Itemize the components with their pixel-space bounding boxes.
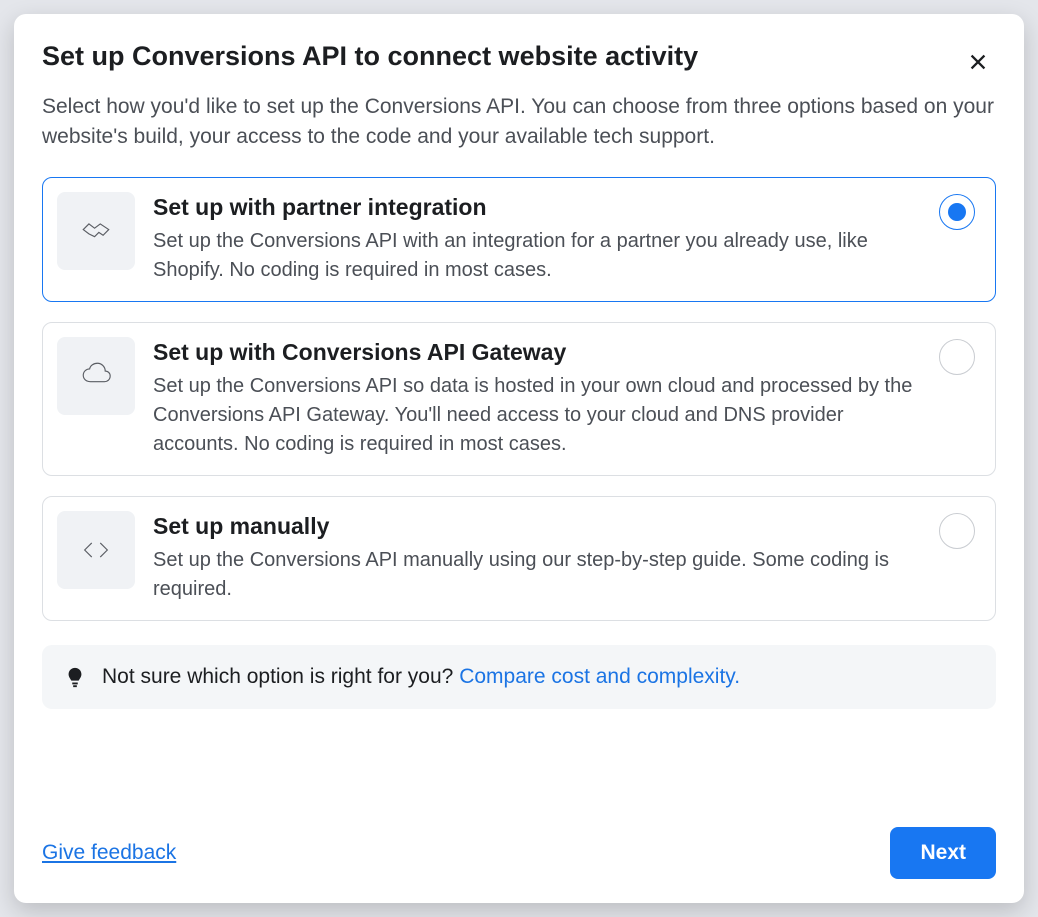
modal-description: Select how you'd like to set up the Conv… xyxy=(42,92,996,153)
cloud-icon xyxy=(57,337,135,415)
next-button[interactable]: Next xyxy=(890,827,996,879)
handshake-icon xyxy=(57,192,135,270)
radio-api-gateway[interactable] xyxy=(939,339,975,375)
hint-prefix: Not sure which option is right for you? xyxy=(102,665,459,688)
option-description: Set up the Conversions API with an integ… xyxy=(153,227,921,285)
lightbulb-icon xyxy=(64,666,86,688)
modal-footer: Give feedback Next xyxy=(42,787,996,879)
option-description: Set up the Conversions API manually usin… xyxy=(153,546,921,604)
radio-manual[interactable] xyxy=(939,513,975,549)
option-body: Set up with partner integration Set up t… xyxy=(153,192,921,285)
modal-title: Set up Conversions API to connect websit… xyxy=(42,40,698,74)
options-list: Set up with partner integration Set up t… xyxy=(42,177,996,621)
option-body: Set up manually Set up the Conversions A… xyxy=(153,511,921,604)
option-title: Set up with Conversions API Gateway xyxy=(153,339,921,366)
compare-link[interactable]: Compare cost and complexity. xyxy=(459,665,740,688)
option-title: Set up manually xyxy=(153,513,921,540)
option-partner-integration[interactable]: Set up with partner integration Set up t… xyxy=(42,177,996,302)
modal-header: Set up Conversions API to connect websit… xyxy=(42,40,996,92)
code-icon xyxy=(57,511,135,589)
radio-partner-integration[interactable] xyxy=(939,194,975,230)
hint-text: Not sure which option is right for you? … xyxy=(102,665,740,689)
close-icon xyxy=(967,51,989,73)
option-title: Set up with partner integration xyxy=(153,194,921,221)
option-api-gateway[interactable]: Set up with Conversions API Gateway Set … xyxy=(42,322,996,476)
option-body: Set up with Conversions API Gateway Set … xyxy=(153,337,921,459)
setup-modal: Set up Conversions API to connect websit… xyxy=(14,14,1024,903)
hint-banner: Not sure which option is right for you? … xyxy=(42,645,996,709)
close-button[interactable] xyxy=(960,44,996,80)
option-description: Set up the Conversions API so data is ho… xyxy=(153,372,921,459)
give-feedback-link[interactable]: Give feedback xyxy=(42,841,176,865)
option-manual[interactable]: Set up manually Set up the Conversions A… xyxy=(42,496,996,621)
